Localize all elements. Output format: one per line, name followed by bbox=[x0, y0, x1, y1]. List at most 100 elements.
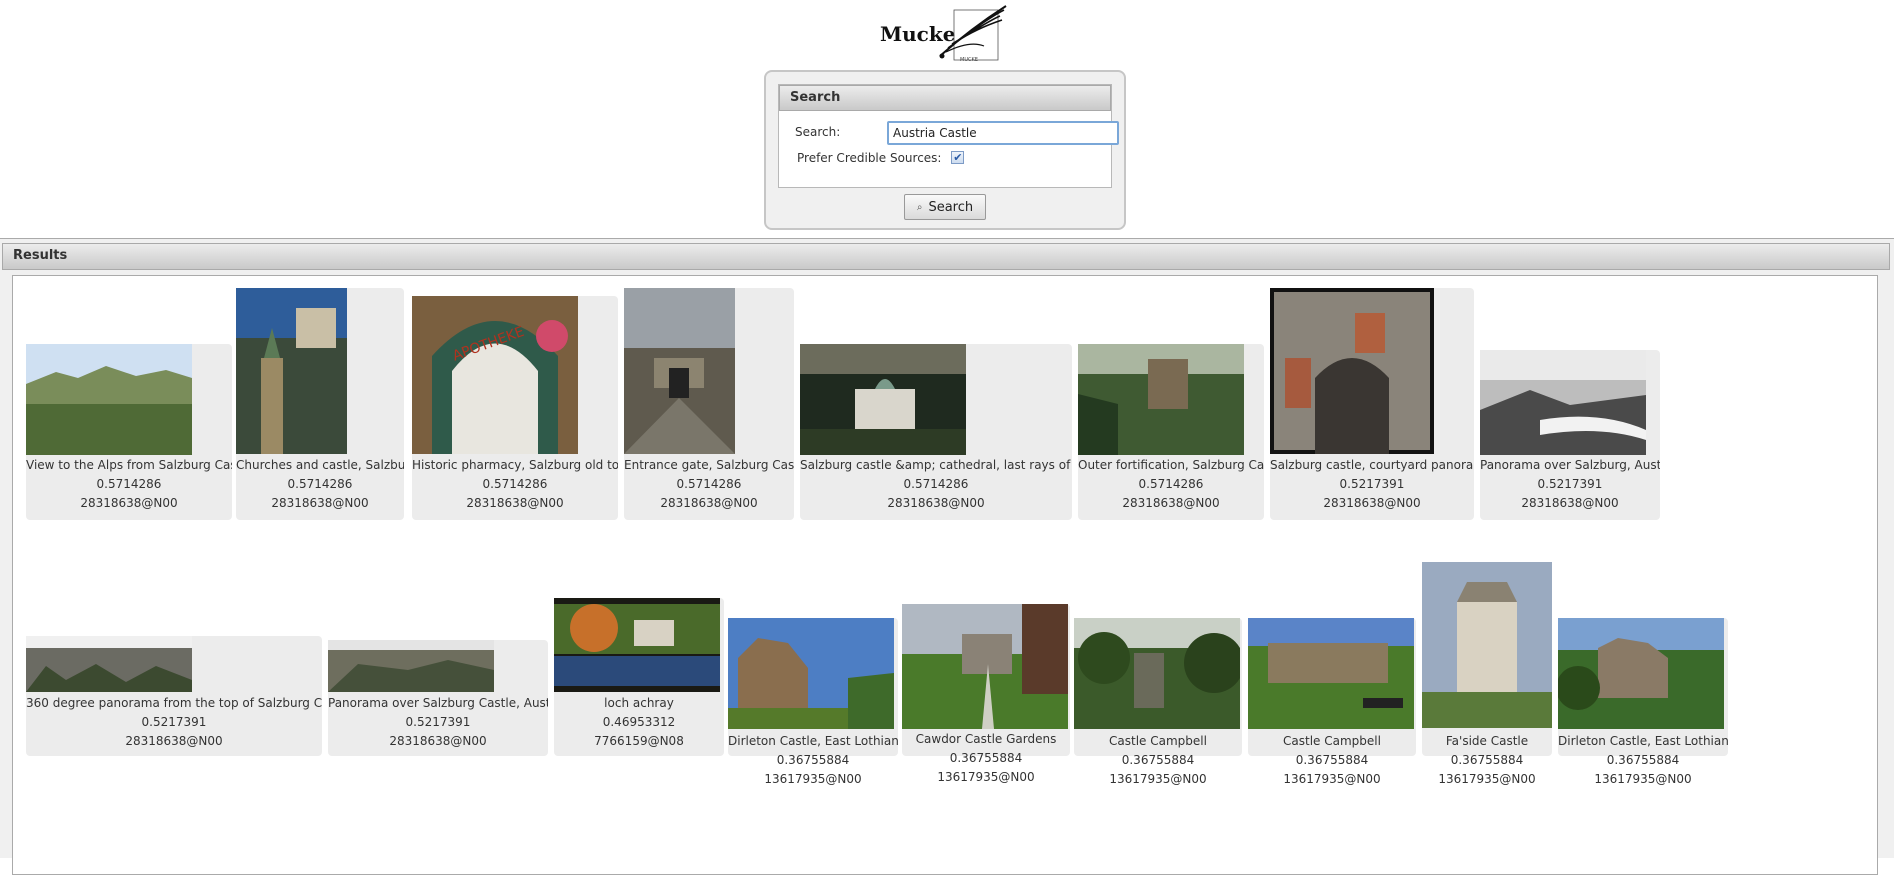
result-user: 28318638@N00 bbox=[1521, 496, 1619, 510]
result-thumbnail[interactable] bbox=[26, 344, 192, 455]
result-thumbnail[interactable] bbox=[728, 618, 894, 729]
result-score: 0.36755884 bbox=[1450, 753, 1524, 767]
result-card[interactable]: Churches and castle, Salzburg 0.5714286 … bbox=[236, 288, 404, 520]
result-thumbnail[interactable] bbox=[554, 598, 720, 692]
result-user: 28318638@N00 bbox=[80, 496, 178, 510]
result-user: 7766159@N08 bbox=[594, 734, 684, 748]
result-caption: Dirleton Castle, East Lothian bbox=[1558, 734, 1728, 748]
result-caption: View to the Alps from Salzburg Castle bbox=[26, 458, 232, 472]
result-score: 0.5714286 bbox=[287, 477, 353, 491]
result-thumbnail[interactable] bbox=[1422, 562, 1552, 728]
result-score: 0.5217391 bbox=[1537, 477, 1603, 491]
result-caption: Salzburg castle &amp; cathedral, last ra… bbox=[800, 458, 1072, 472]
quill-logo-icon: MUCKE bbox=[939, 5, 1007, 63]
credible-sources-label: Prefer Credible Sources: bbox=[797, 151, 942, 165]
result-score: 0.5714286 bbox=[903, 477, 969, 491]
results-grid: View to the Alps from Salzburg Castle 0.… bbox=[12, 275, 1878, 875]
app-logo: Mucke MUCKE bbox=[876, 4, 1016, 64]
result-score: 0.5714286 bbox=[1138, 477, 1204, 491]
search-label: Search: bbox=[795, 125, 841, 139]
result-user: 28318638@N00 bbox=[271, 496, 369, 510]
result-thumbnail[interactable] bbox=[1078, 344, 1244, 455]
result-caption: Panorama over Salzburg, Austria bbox=[1480, 458, 1660, 472]
result-score: 0.36755884 bbox=[949, 751, 1023, 765]
results-section: Results View to the Alps from Salzburg C… bbox=[0, 238, 1894, 875]
result-caption: Churches and castle, Salzburg bbox=[236, 458, 404, 472]
result-caption: Historic pharmacy, Salzburg old town. bbox=[412, 458, 618, 472]
result-caption: Castle Campbell bbox=[1109, 734, 1207, 748]
result-caption: loch achray bbox=[604, 696, 674, 710]
search-button[interactable]: ⌕ Search bbox=[904, 194, 986, 220]
credible-sources-checkbox[interactable]: ✔ bbox=[951, 151, 965, 164]
result-thumbnail[interactable] bbox=[236, 288, 347, 454]
result-card[interactable]: Castle Campbell 0.36755884 13617935@N00 bbox=[1074, 618, 1242, 786]
result-card[interactable]: APOTHEKE Historic pharmacy, Salzburg old… bbox=[412, 296, 618, 520]
result-thumbnail[interactable] bbox=[1270, 288, 1434, 454]
result-card[interactable]: Cawdor Castle Gardens 0.36755884 13617935… bbox=[902, 604, 1070, 784]
result-thumbnail[interactable] bbox=[1480, 350, 1646, 455]
search-form: Search Search: Prefer Credible Sources: … bbox=[778, 84, 1119, 188]
result-card[interactable]: Fa'side Castle 0.36755884 13617935@N00 bbox=[1422, 562, 1552, 786]
result-card[interactable]: Panorama over Salzburg Castle, Austria 0… bbox=[328, 640, 548, 756]
result-thumbnail[interactable] bbox=[902, 604, 1068, 729]
result-card[interactable]: 360 degree panorama from the top of Salz… bbox=[26, 636, 322, 756]
result-thumbnail[interactable] bbox=[1248, 618, 1414, 729]
result-thumbnail[interactable] bbox=[328, 640, 494, 692]
search-panel: Search Search: Prefer Credible Sources: … bbox=[764, 70, 1126, 230]
result-thumbnail[interactable] bbox=[624, 288, 735, 454]
result-card[interactable]: Dirleton Castle, East Lothian 0.36755884… bbox=[728, 618, 898, 786]
magnifier-icon: ⌕ bbox=[916, 201, 923, 213]
result-card[interactable]: Outer fortification, Salzburg Castle 0.5… bbox=[1078, 344, 1264, 520]
result-card[interactable]: Salzburg castle, courtyard panoramic 0.5… bbox=[1270, 288, 1474, 520]
result-user: 28318638@N00 bbox=[1323, 496, 1421, 510]
result-card[interactable]: Castle Campbell 0.36755884 13617935@N00 bbox=[1248, 618, 1416, 786]
result-caption: Fa'side Castle bbox=[1445, 734, 1529, 748]
result-score: 0.36755884 bbox=[1121, 753, 1195, 767]
result-caption: Dirleton Castle, East Lothian bbox=[728, 734, 898, 748]
result-caption: Entrance gate, Salzburg Castle bbox=[624, 458, 794, 472]
result-card[interactable]: Panorama over Salzburg, Austria 0.521739… bbox=[1480, 350, 1660, 520]
search-button-label: Search bbox=[928, 199, 974, 215]
result-thumbnail[interactable] bbox=[1558, 618, 1724, 729]
result-thumbnail[interactable] bbox=[1074, 618, 1240, 729]
result-caption: 360 degree panorama from the top of Salz… bbox=[26, 696, 322, 710]
result-caption: Panorama over Salzburg Castle, Austria bbox=[328, 696, 548, 710]
result-user: 28318638@N00 bbox=[125, 734, 223, 748]
result-card[interactable]: loch achray 0.46953312 7766159@N08 bbox=[554, 598, 724, 756]
result-user: 28318638@N00 bbox=[1122, 496, 1220, 510]
result-user: 13617935@N00 bbox=[1594, 772, 1692, 786]
result-user: 13617935@N00 bbox=[1283, 772, 1381, 786]
result-thumbnail[interactable] bbox=[800, 344, 966, 455]
result-thumbnail[interactable]: APOTHEKE bbox=[412, 296, 578, 454]
search-input[interactable] bbox=[887, 121, 1119, 145]
result-caption: Salzburg castle, courtyard panoramic bbox=[1270, 458, 1474, 472]
result-card[interactable]: Entrance gate, Salzburg Castle 0.5714286… bbox=[624, 288, 794, 520]
result-score: 0.5217391 bbox=[405, 715, 471, 729]
result-score: 0.36755884 bbox=[776, 753, 850, 767]
result-caption: Outer fortification, Salzburg Castle bbox=[1078, 458, 1264, 472]
result-user: 13617935@N00 bbox=[764, 772, 862, 786]
result-score: 0.36755884 bbox=[1606, 753, 1680, 767]
result-caption: Castle Campbell bbox=[1283, 734, 1381, 748]
result-user: 28318638@N00 bbox=[887, 496, 985, 510]
result-score: 0.5714286 bbox=[482, 477, 548, 491]
result-user: 13617935@N00 bbox=[1438, 772, 1536, 786]
result-score: 0.36755884 bbox=[1295, 753, 1369, 767]
result-user: 28318638@N00 bbox=[389, 734, 487, 748]
result-score: 0.5217391 bbox=[141, 715, 207, 729]
results-title: Results bbox=[2, 243, 1890, 270]
result-thumbnail[interactable] bbox=[26, 636, 192, 692]
result-card[interactable]: Dirleton Castle, East Lothian 0.36755884… bbox=[1558, 618, 1728, 786]
result-score: 0.5217391 bbox=[1339, 477, 1405, 491]
logo-subtext: MUCKE bbox=[960, 57, 978, 63]
result-user: 28318638@N00 bbox=[660, 496, 758, 510]
result-user: 13617935@N00 bbox=[1109, 772, 1207, 786]
result-caption: Cawdor Castle Gardens bbox=[915, 732, 1057, 746]
result-user: 13617935@N00 bbox=[937, 770, 1035, 784]
result-card[interactable]: View to the Alps from Salzburg Castle 0.… bbox=[26, 344, 232, 520]
search-panel-title: Search bbox=[779, 85, 1111, 111]
result-score: 0.5714286 bbox=[676, 477, 742, 491]
result-score: 0.5714286 bbox=[96, 477, 162, 491]
result-card[interactable]: Salzburg castle &amp; cathedral, last ra… bbox=[800, 344, 1072, 520]
result-score: 0.46953312 bbox=[602, 715, 676, 729]
